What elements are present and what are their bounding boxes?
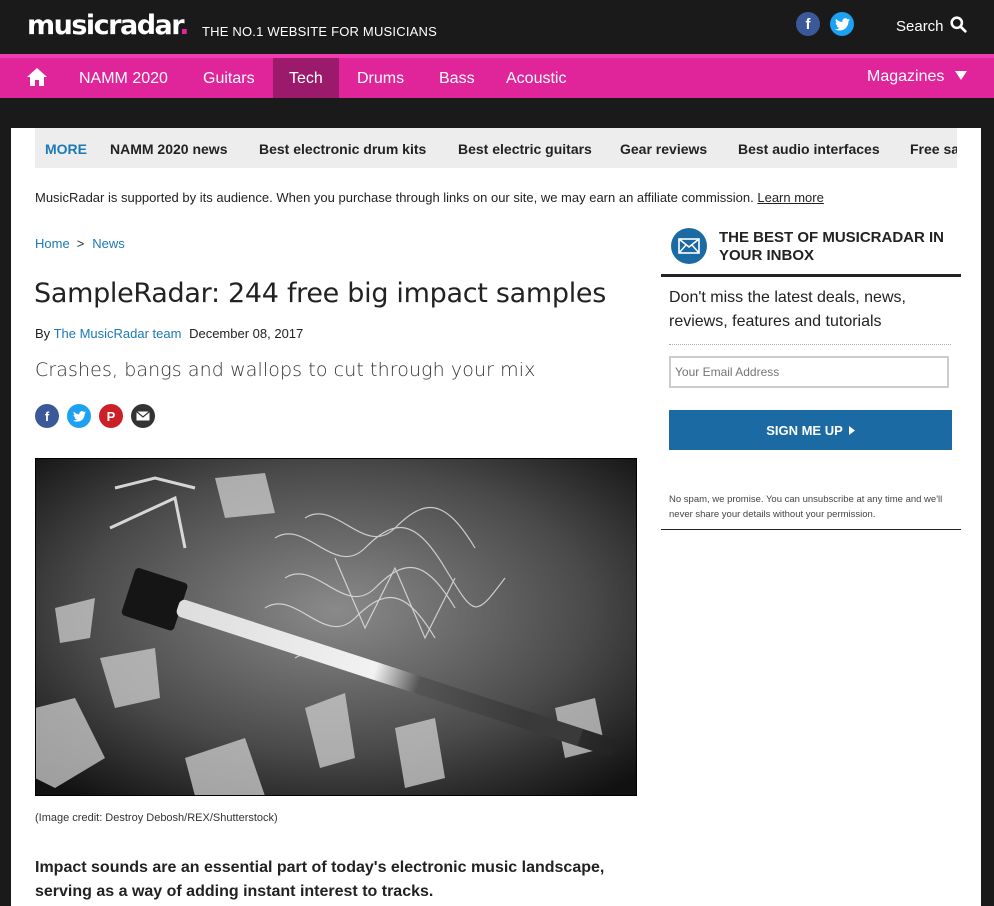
search-label: Search bbox=[896, 18, 944, 35]
search-icon bbox=[949, 16, 967, 37]
nav-item-tech[interactable]: Tech bbox=[273, 58, 339, 98]
sign-me-up-label: SIGN ME UP bbox=[766, 422, 843, 438]
share-twitter-icon[interactable] bbox=[67, 404, 91, 428]
breadcrumb-separator: > bbox=[76, 236, 85, 251]
page-content: MORE NAMM 2020 news Best electronic drum… bbox=[11, 128, 981, 906]
more-link[interactable]: Best audio interfaces bbox=[738, 141, 880, 157]
share-facebook-icon[interactable]: f bbox=[35, 404, 59, 428]
article-byline: By The MusicRadar team December 08, 2017 bbox=[35, 326, 303, 341]
more-link[interactable]: Gear reviews bbox=[620, 141, 707, 157]
site-logo[interactable]: musicradar. bbox=[27, 10, 189, 41]
main-nav: NAMM 2020 Guitars Tech Drums Bass Acoust… bbox=[0, 58, 994, 98]
breadcrumb-news[interactable]: News bbox=[92, 236, 125, 251]
more-links-bar: MORE NAMM 2020 news Best electronic drum… bbox=[35, 128, 957, 168]
more-link[interactable]: Free sa bbox=[910, 141, 957, 157]
newsletter-widget: THE BEST OF MUSICRADAR IN YOUR INBOX Don… bbox=[661, 226, 961, 530]
nav-item-bass[interactable]: Bass bbox=[439, 58, 475, 98]
more-link[interactable]: NAMM 2020 news bbox=[110, 141, 227, 157]
nav-item-acoustic[interactable]: Acoustic bbox=[506, 58, 566, 98]
newsletter-header: THE BEST OF MUSICRADAR IN YOUR INBOX bbox=[661, 226, 961, 277]
article-lead: Impact sounds are an essential part of t… bbox=[35, 859, 605, 900]
share-email-icon[interactable] bbox=[131, 404, 155, 428]
share-pinterest-icon[interactable]: P bbox=[99, 404, 123, 428]
more-link[interactable]: Best electric guitars bbox=[458, 141, 592, 157]
site-tagline: THE NO.1 WEBSITE FOR MUSICIANS bbox=[202, 24, 437, 39]
breadcrumb-home[interactable]: Home bbox=[35, 236, 70, 251]
envelope-icon bbox=[671, 228, 707, 264]
logo-text: musicradar bbox=[27, 10, 181, 41]
nav-item-namm-2020[interactable]: NAMM 2020 bbox=[79, 58, 168, 98]
nav-item-guitars[interactable]: Guitars bbox=[203, 58, 255, 98]
publish-date: December 08, 2017 bbox=[189, 326, 304, 341]
affiliate-notice: MusicRadar is supported by its audience.… bbox=[35, 190, 824, 205]
article-title: SampleRadar: 244 free big impact samples bbox=[34, 278, 606, 309]
author-link[interactable]: The MusicRadar team bbox=[54, 326, 182, 341]
search-button[interactable]: Search bbox=[896, 16, 967, 37]
article-hero-image bbox=[35, 458, 637, 796]
email-field[interactable] bbox=[669, 356, 949, 388]
magazines-label: Magazines bbox=[867, 68, 945, 85]
newsletter-divider bbox=[669, 344, 951, 345]
home-icon[interactable] bbox=[26, 67, 48, 87]
more-link[interactable]: Best electronic drum kits bbox=[259, 141, 426, 157]
image-credit: (Image credit: Destroy Debosh/REX/Shutte… bbox=[35, 812, 278, 824]
newsletter-title: THE BEST OF MUSICRADAR IN YOUR INBOX bbox=[719, 229, 944, 264]
breadcrumb: Home > News bbox=[35, 236, 125, 251]
logo-dot: . bbox=[179, 10, 189, 41]
caret-down-icon bbox=[954, 68, 967, 85]
newsletter-bottom-rule bbox=[661, 529, 961, 530]
nav-item-drums[interactable]: Drums bbox=[357, 58, 404, 98]
caret-right-icon bbox=[848, 423, 855, 438]
newsletter-description: Don't miss the latest deals, news, revie… bbox=[669, 289, 906, 330]
magazines-menu[interactable]: Magazines bbox=[867, 58, 967, 96]
header-spacer bbox=[0, 98, 994, 128]
site-header: musicradar. THE NO.1 WEBSITE FOR MUSICIA… bbox=[0, 0, 994, 54]
learn-more-link[interactable]: Learn more bbox=[757, 190, 823, 205]
more-label: MORE bbox=[45, 141, 87, 157]
article-strapline: Crashes, bangs and wallops to cut throug… bbox=[35, 359, 536, 381]
newsletter-disclaimer: No spam, we promise. You can unsubscribe… bbox=[669, 494, 943, 520]
affiliate-text: MusicRadar is supported by its audience.… bbox=[35, 190, 754, 205]
sign-me-up-button[interactable]: SIGN ME UP bbox=[669, 410, 952, 450]
twitter-icon[interactable] bbox=[830, 12, 854, 36]
facebook-icon[interactable]: f bbox=[796, 12, 820, 36]
by-label: By bbox=[35, 326, 51, 341]
